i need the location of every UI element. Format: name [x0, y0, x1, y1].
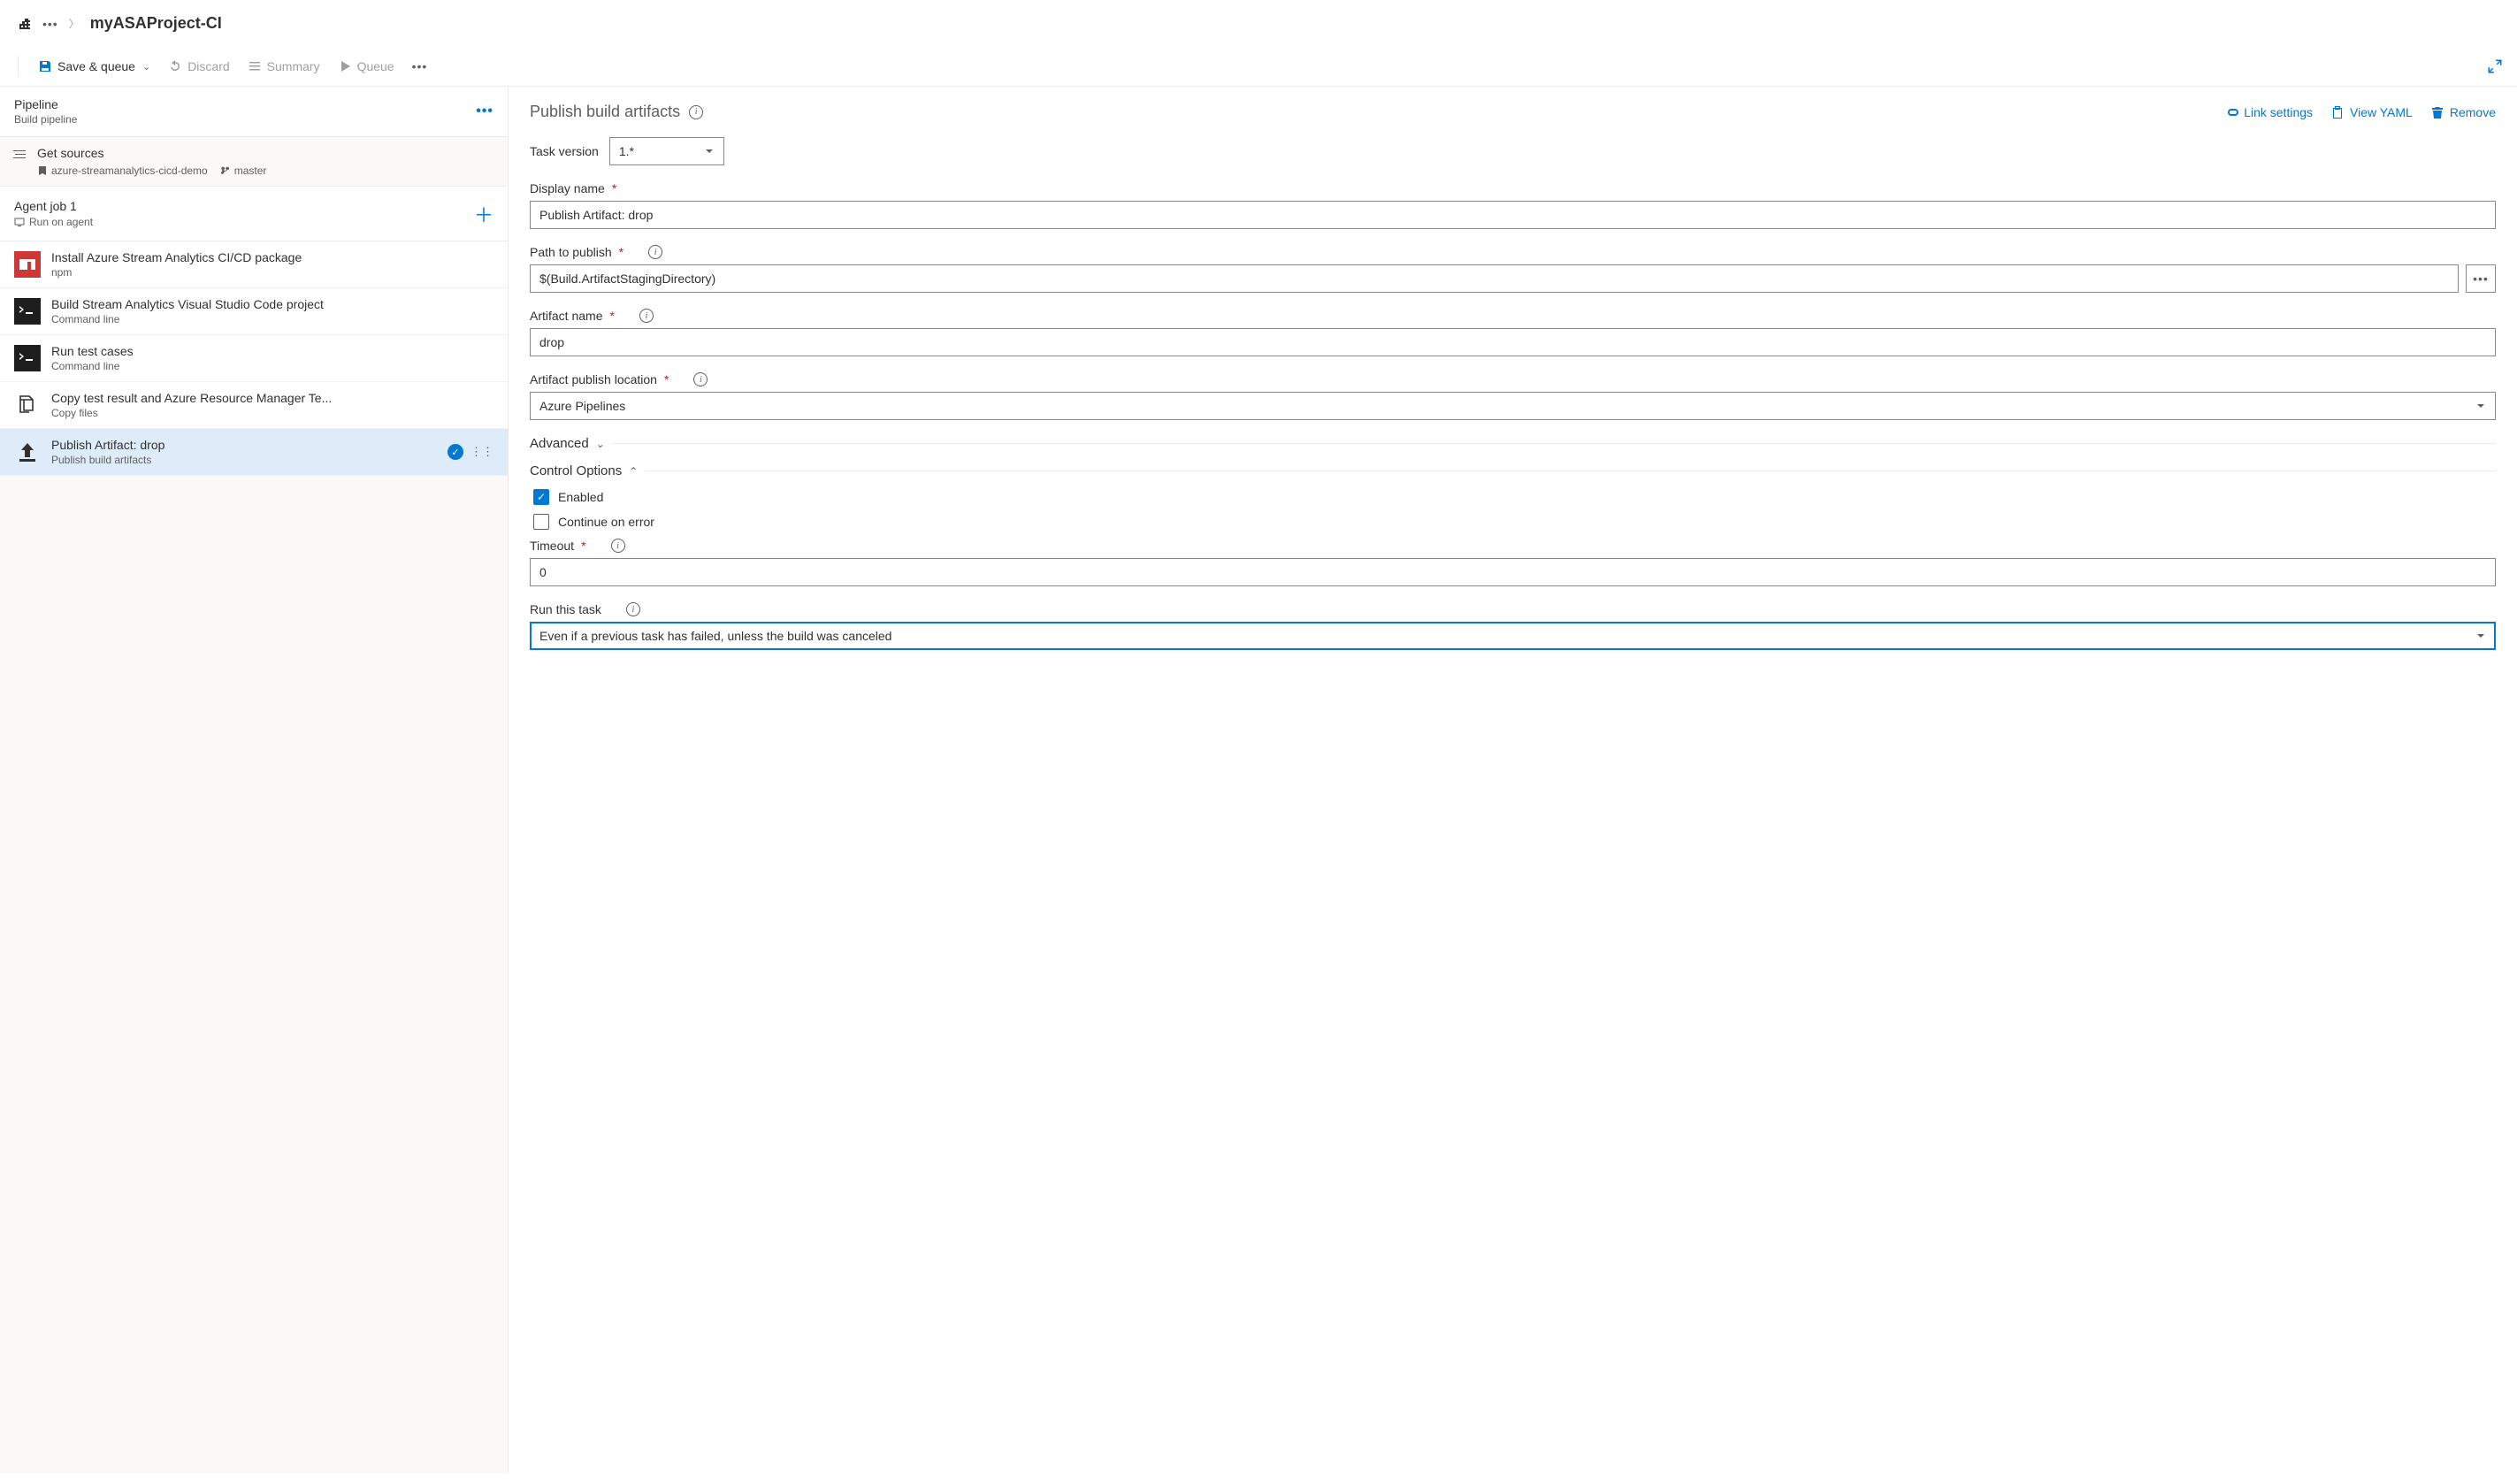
publish-location-label: Artifact publish location* i: [530, 372, 708, 386]
breadcrumb-overflow[interactable]: •••: [42, 17, 58, 31]
info-icon[interactable]: i: [693, 372, 708, 386]
task-row[interactable]: Copy test result and Azure Resource Mana…: [0, 382, 508, 429]
continue-on-error-checkbox[interactable]: [533, 514, 549, 530]
task-list: Install Azure Stream Analytics CI/CD pac…: [0, 241, 508, 476]
continue-on-error-label: Continue on error: [558, 515, 654, 529]
advanced-section-header[interactable]: Advanced ⌄: [530, 436, 2496, 451]
timeout-label: Timeout* i: [530, 539, 625, 553]
path-to-publish-label: Path to publish* i: [530, 245, 662, 259]
chevron-down-icon: ⌄: [596, 438, 605, 450]
play-icon: [338, 59, 352, 73]
summary-button[interactable]: Summary: [239, 54, 329, 79]
queue-button[interactable]: Queue: [329, 54, 403, 79]
info-icon[interactable]: i: [639, 309, 654, 323]
pipeline-more-button[interactable]: •••: [476, 103, 493, 119]
agent-title: Agent job 1: [14, 199, 93, 213]
artifact-name-input[interactable]: [530, 328, 2496, 356]
branch-label: master: [220, 164, 267, 177]
list-icon: [248, 59, 262, 73]
panel-title: Publish build artifacts: [530, 103, 680, 121]
task-row[interactable]: Build Stream Analytics Visual Studio Cod…: [0, 288, 508, 335]
path-to-publish-input[interactable]: [530, 264, 2459, 293]
add-task-button[interactable]: ＋: [474, 200, 493, 228]
run-task-select[interactable]: Even if a previous task has failed, unle…: [530, 622, 2496, 650]
undo-icon: [168, 59, 182, 73]
breadcrumb: ••• 〉 myASAProject-CI: [0, 0, 2517, 47]
task-row[interactable]: Run test cases Command line: [0, 335, 508, 382]
pipeline-title: Pipeline: [14, 97, 77, 111]
drag-handle-icon[interactable]: ⋮⋮: [471, 449, 493, 455]
chevron-right-icon: 〉: [69, 16, 80, 31]
pipeline-header[interactable]: Pipeline Build pipeline •••: [0, 87, 508, 137]
pipeline-subtitle: Build pipeline: [14, 113, 77, 126]
chevron-down-icon: ⌄: [142, 61, 150, 73]
task-version-select[interactable]: 1.*: [609, 137, 724, 165]
publish-location-select[interactable]: Azure Pipelines: [530, 392, 2496, 420]
timeout-input[interactable]: [530, 558, 2496, 586]
info-icon[interactable]: i: [648, 245, 662, 259]
enabled-checkbox[interactable]: ✓: [533, 489, 549, 505]
agent-subtitle: Run on agent: [14, 216, 93, 228]
org-icon[interactable]: [18, 17, 32, 31]
remove-button[interactable]: Remove: [2430, 105, 2496, 119]
task-details-panel: Publish build artifacts i Link settings …: [509, 87, 2517, 1473]
pipeline-tree: Pipeline Build pipeline ••• Get sources …: [0, 87, 509, 1473]
npm-icon: [14, 251, 41, 278]
agent-job-row[interactable]: Agent job 1 Run on agent ＋: [0, 187, 508, 241]
enabled-label: Enabled: [558, 490, 603, 504]
publish-icon: [14, 439, 41, 465]
display-name-input[interactable]: [530, 201, 2496, 229]
link-icon: [2224, 105, 2238, 119]
link-settings-button[interactable]: Link settings: [2224, 105, 2313, 119]
cmd-icon: [14, 345, 41, 371]
collapse-panel-button[interactable]: [2487, 58, 2503, 74]
task-row[interactable]: Install Azure Stream Analytics CI/CD pac…: [0, 241, 508, 288]
browse-button[interactable]: •••: [2466, 264, 2496, 293]
sources-title: Get sources: [37, 146, 493, 160]
trash-icon: [2430, 105, 2444, 119]
page-title: myASAProject-CI: [90, 14, 222, 33]
sources-icon: [11, 146, 28, 160]
task-row[interactable]: Publish Artifact: drop Publish build art…: [0, 429, 508, 476]
task-valid-icon: ✓: [448, 444, 463, 460]
info-icon[interactable]: i: [689, 105, 703, 119]
get-sources-row[interactable]: Get sources azure-streamanalytics-cicd-d…: [0, 137, 508, 187]
task-version-label: Task version: [530, 144, 599, 158]
toolbar-overflow[interactable]: •••: [403, 54, 437, 79]
display-name-label: Display name*: [530, 181, 616, 195]
copy-files-icon: [14, 392, 41, 418]
discard-button[interactable]: Discard: [159, 54, 238, 79]
cmd-icon: [14, 298, 41, 325]
repo-label: azure-streamanalytics-cicd-demo: [37, 164, 208, 177]
save-icon: [38, 59, 52, 73]
artifact-name-label: Artifact name* i: [530, 309, 654, 323]
control-options-section-header[interactable]: Control Options ⌃: [530, 463, 2496, 478]
run-task-label: Run this task i: [530, 602, 640, 616]
save-queue-button[interactable]: Save & queue ⌄: [29, 54, 159, 79]
view-yaml-button[interactable]: View YAML: [2330, 105, 2413, 119]
info-icon[interactable]: i: [611, 539, 625, 553]
clipboard-icon: [2330, 105, 2345, 119]
toolbar: Save & queue ⌄ Discard Summary Queue •••: [0, 47, 2517, 87]
chevron-up-icon: ⌃: [629, 465, 638, 478]
info-icon[interactable]: i: [626, 602, 640, 616]
